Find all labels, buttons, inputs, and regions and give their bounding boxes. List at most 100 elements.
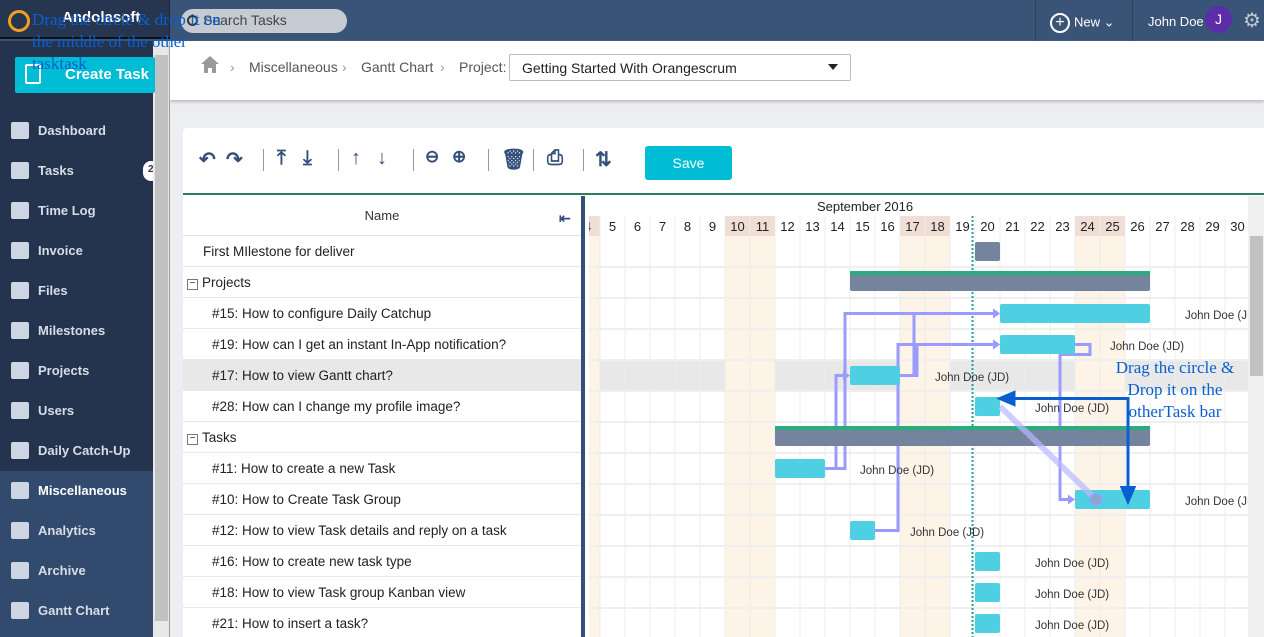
sidebar-item-invoice[interactable]: Invoice	[0, 231, 153, 271]
day-label: 5	[609, 219, 616, 234]
gear-icon[interactable]: ⚙	[1243, 8, 1261, 33]
sidebar-item-label: Invoice	[38, 243, 83, 258]
task-name: #12: How to view Task details and reply …	[212, 523, 507, 538]
task-row[interactable]: #10: How to Create Task Group	[183, 484, 581, 515]
day-label: 19	[955, 219, 969, 234]
day-label: 16	[880, 219, 894, 234]
task-row[interactable]: #19: How can I get an instant In-App not…	[183, 329, 581, 360]
task-bar[interactable]	[850, 521, 875, 540]
task-name: #15: How to configure Daily Catchup	[212, 306, 432, 321]
project-label: Project:	[459, 59, 507, 75]
undo-icon[interactable]: ↶	[199, 147, 216, 172]
sidebar-item-users[interactable]: Users	[0, 391, 153, 431]
caret-down-icon	[828, 64, 838, 75]
link-arrowhead	[993, 339, 1000, 350]
day-label: 11	[756, 219, 770, 234]
collapse-toggle-icon[interactable]: −	[187, 434, 198, 445]
milestones-icon	[11, 322, 29, 339]
task-row[interactable]: #21: How to insert a task?	[183, 608, 581, 637]
task-row[interactable]: #11: How to create a new Task	[183, 453, 581, 484]
sort-icon[interactable]: ⇅	[595, 147, 612, 172]
task-bar[interactable]	[975, 614, 1000, 633]
sidebar: Dashboard Tasks 2 Time Log Invoice Files Miles…	[0, 41, 159, 637]
print-icon[interactable]: ⎙	[547, 147, 563, 170]
task-row[interactable]: #17: How to view Gantt chart?	[183, 360, 581, 391]
arrow-down-icon[interactable]: ↓	[377, 147, 387, 170]
sidebar-item-projects[interactable]: Projects	[0, 351, 153, 391]
milestone-bar[interactable]	[975, 242, 1000, 261]
logo-icon	[8, 10, 30, 32]
day-label: 18	[930, 219, 944, 234]
sidebar-item-tasks[interactable]: Tasks 2	[0, 151, 159, 191]
project-select[interactable]: Getting Started With Orangescrum	[509, 54, 851, 81]
sidebar-item-milestones[interactable]: Milestones	[0, 311, 153, 351]
sidebar-item-files[interactable]: Files	[0, 271, 153, 311]
zoom-in-icon[interactable]: ⊕	[452, 147, 466, 167]
scrollbar-thumb[interactable]	[1250, 236, 1263, 376]
drag-handle-circle[interactable]	[1090, 493, 1102, 506]
zoom-out-icon[interactable]: ⊖	[425, 147, 439, 167]
collapse-grid-icon[interactable]: ⇤	[559, 210, 571, 227]
trash-icon[interactable]: 🗑	[501, 147, 526, 172]
sidebar-item-miscellaneous[interactable]: Miscellaneous	[0, 471, 153, 511]
task-bar[interactable]	[1000, 335, 1075, 354]
day-label: 7	[659, 219, 666, 234]
task-bar[interactable]	[975, 583, 1000, 602]
task-row[interactable]: #15: How to configure Daily Catchup	[183, 298, 581, 329]
task-bar[interactable]	[1000, 304, 1150, 323]
breadcrumb-gantt-chart[interactable]: Gantt Chart	[361, 59, 433, 75]
task-row[interactable]: #18: How to view Task group Kanban view	[183, 577, 581, 608]
sidebar-item-analytics[interactable]: Analytics	[0, 511, 153, 551]
task-bar[interactable]	[975, 552, 1000, 571]
redo-icon[interactable]: ↷	[226, 147, 243, 172]
tasks-icon	[11, 162, 29, 179]
user-icon	[11, 402, 29, 419]
sidebar-item-label: Daily Catch-Up	[38, 443, 131, 458]
sidebar-item-daily-catch-up[interactable]: Daily Catch-Up	[0, 431, 153, 471]
task-name: Tasks	[202, 430, 237, 445]
user-name[interactable]: John Doe	[1148, 14, 1204, 29]
sidebar-item-label: Tasks	[38, 163, 74, 178]
indent-bottom-icon[interactable]: ⤓	[303, 147, 312, 170]
avatar[interactable]: J	[1205, 6, 1232, 33]
save-button[interactable]: Save	[645, 146, 732, 180]
day-label: 23	[1055, 219, 1069, 234]
sidebar-scrollbar[interactable]	[153, 41, 170, 637]
task-bar[interactable]	[850, 366, 900, 385]
task-bar[interactable]	[775, 459, 825, 478]
collapse-toggle-icon[interactable]: −	[187, 279, 198, 290]
sidebar-item-label: Gantt Chart	[38, 603, 110, 618]
task-row[interactable]: #12: How to view Task details and reply …	[183, 515, 581, 546]
breadcrumb-miscellaneous[interactable]: Miscellaneous	[249, 59, 338, 75]
bell-icon	[11, 442, 29, 459]
sidebar-item-archive[interactable]: Archive	[0, 551, 153, 591]
day-label: 27	[1155, 219, 1169, 234]
task-name: #17: How to view Gantt chart?	[212, 368, 393, 383]
assignee-label: John Doe (JD)	[1035, 589, 1109, 601]
sidebar-item-gantt-chart[interactable]: Gantt Chart	[0, 591, 153, 631]
new-button[interactable]: + New ⌄	[1035, 0, 1133, 41]
paperclip-icon	[11, 282, 29, 299]
sidebar-item-time-log[interactable]: Time Log	[0, 191, 153, 231]
task-row[interactable]: #16: How to create new task type	[183, 546, 581, 577]
annotation-top-left: Drag the circle & drop it on the middle …	[32, 10, 221, 73]
assignee-label: John Doe (JD)	[1110, 341, 1184, 353]
clock-icon	[11, 202, 29, 219]
group-row[interactable]: − Projects	[183, 267, 581, 298]
task-row[interactable]: First MIlestone for deliver	[183, 236, 581, 267]
archive-icon	[11, 562, 29, 579]
project-value: Getting Started With Orangescrum	[522, 60, 737, 76]
sidebar-item-label: Milestones	[38, 323, 106, 338]
task-name-column: Name ⇤ First MIlestone for deliver − Proje…	[183, 196, 585, 637]
sidebar-item-label: Time Log	[38, 203, 96, 218]
group-row[interactable]: − Tasks	[183, 422, 581, 453]
task-bar[interactable]	[975, 397, 1000, 416]
sidebar-item-dashboard[interactable]: Dashboard	[0, 111, 153, 151]
day-label: 4	[589, 219, 591, 234]
indent-top-icon[interactable]: ⤒	[277, 147, 286, 170]
link-arrowhead	[993, 308, 1000, 319]
task-name: #16: How to create new task type	[212, 554, 412, 569]
briefcase-icon	[11, 362, 29, 379]
task-row[interactable]: #28: How can I change my profile image?	[183, 391, 581, 422]
arrow-up-icon[interactable]: ↑	[351, 147, 361, 170]
